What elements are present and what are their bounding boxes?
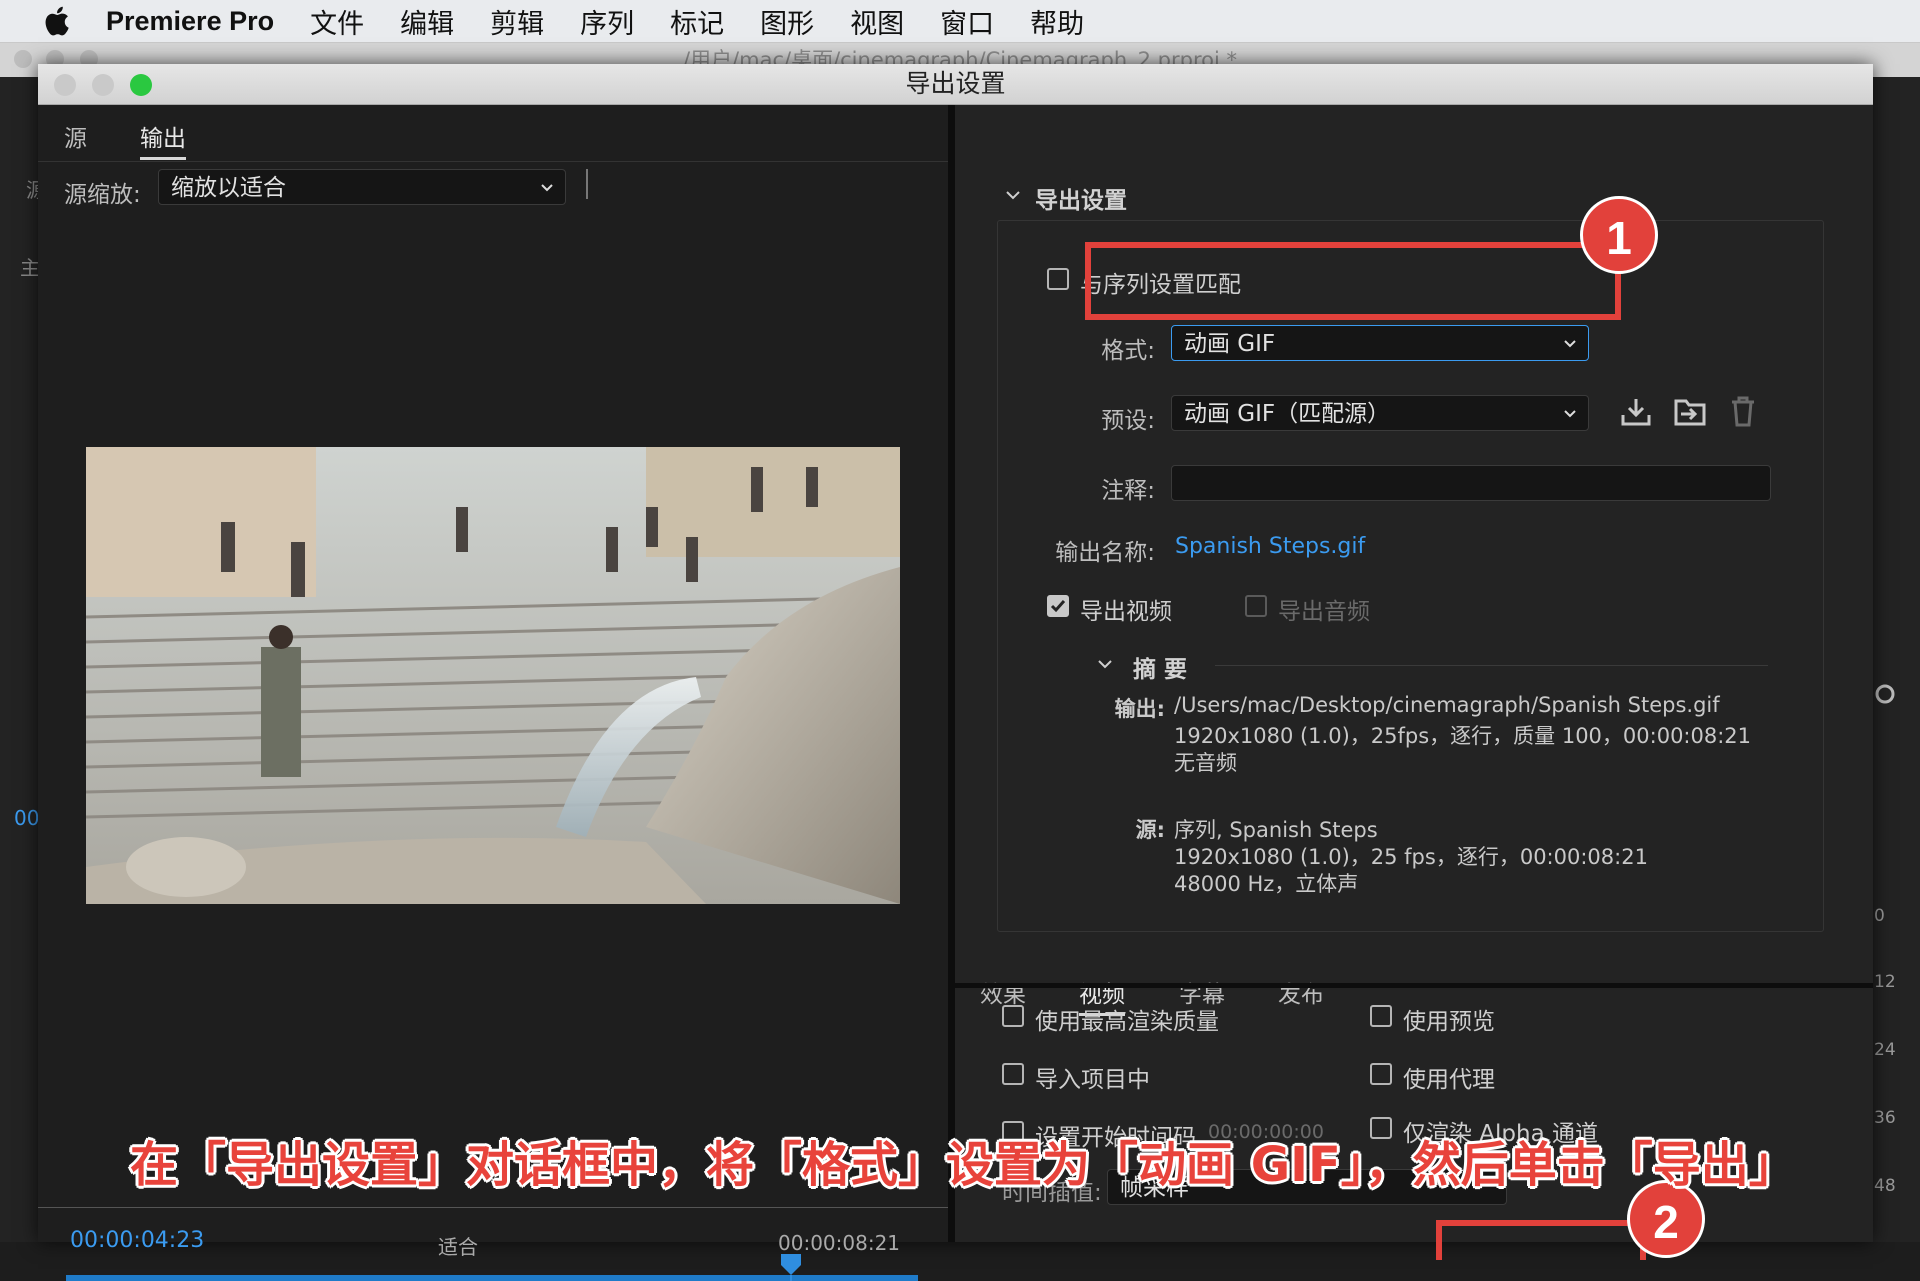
format-value: 动画 GIF	[1184, 331, 1276, 357]
chevron-down-icon	[1564, 410, 1576, 418]
pane-divider[interactable]	[948, 105, 955, 1242]
output-name-link[interactable]: Spanish Steps.gif	[1175, 534, 1365, 559]
menu-window[interactable]: 窗口	[940, 2, 994, 41]
minimize-button[interactable]	[92, 74, 114, 96]
timeline-divider	[38, 1207, 948, 1208]
current-timecode[interactable]: 00:00:04:23	[70, 1228, 204, 1253]
preview-video-frame	[86, 447, 900, 904]
comments-label: 注释:	[1101, 478, 1155, 504]
playhead-icon[interactable]	[780, 1253, 802, 1281]
summary-title: 摘 要	[1133, 657, 1188, 683]
summary-source-label: 源:	[1135, 818, 1165, 842]
use-proxy-checkbox[interactable]	[1370, 1063, 1392, 1085]
export-video-checkbox[interactable]	[1047, 595, 1069, 617]
tab-divider	[38, 161, 948, 162]
step-badge-1: 1	[1580, 196, 1658, 274]
comments-input[interactable]	[1171, 465, 1771, 501]
lower-tab-rule	[955, 983, 1873, 988]
preview-pane: 源 输出 源缩放: 缩放以适合 00:00:04:23 适合 00:00:08:…	[38, 105, 948, 1281]
use-preview-checkbox[interactable]	[1370, 1005, 1392, 1027]
bg-ruler-24: 24	[1874, 1040, 1896, 1060]
bg-ruler-36: 36	[1874, 1108, 1896, 1128]
format-dropdown[interactable]: 动画 GIF	[1171, 325, 1589, 361]
format-label: 格式:	[1101, 338, 1155, 364]
toolbar-separator	[586, 169, 588, 199]
menu-bar: Premiere Pro 文件 编辑 剪辑 序列 标记 图形 视图 窗口 帮助	[0, 0, 1920, 43]
use-preview-label: 使用预览	[1403, 1009, 1495, 1035]
source-scale-value: 缩放以适合	[171, 175, 286, 201]
chevron-down-icon[interactable]	[1097, 656, 1113, 672]
fit-dropdown[interactable]: 适合	[438, 1231, 478, 1260]
preset-label: 预设:	[1101, 408, 1155, 434]
background-right-panel	[1873, 77, 1920, 1242]
checkmark-icon	[1050, 600, 1066, 613]
menu-markers[interactable]: 标记	[670, 2, 724, 41]
summary-output-label: 输出:	[1114, 697, 1165, 721]
max-render-label: 使用最高渲染质量	[1035, 1009, 1219, 1035]
menu-file[interactable]: 文件	[310, 2, 364, 41]
close-button[interactable]	[54, 74, 76, 96]
format-highlight-box	[1085, 242, 1621, 320]
tab-source[interactable]: 源	[64, 119, 87, 153]
import-project-label: 导入项目中	[1035, 1067, 1150, 1093]
export-settings-section-title: 导出设置	[1035, 188, 1127, 214]
tab-publish[interactable]: 发布	[1278, 975, 1324, 1009]
source-scale-dropdown[interactable]: 缩放以适合	[158, 169, 566, 205]
bg-fragment-main: 主	[20, 256, 40, 280]
bg-ruler-48: 48	[1874, 1176, 1896, 1196]
match-sequence-checkbox[interactable]	[1047, 268, 1069, 290]
apple-icon[interactable]	[40, 3, 76, 39]
menu-clip[interactable]: 剪辑	[490, 2, 544, 41]
chevron-down-icon	[541, 184, 553, 192]
dialog-title: 导出设置	[38, 64, 1873, 105]
bg-close-dot	[14, 50, 32, 68]
bg-ruler-0: 0	[1874, 906, 1885, 926]
export-audio-label: 导出音频	[1278, 599, 1370, 625]
export-highlight-box	[1436, 1220, 1646, 1260]
tutorial-caption: 在「导出设置」对话框中，将「格式」设置为「动画 GIF」，然后单击「导出」	[130, 1137, 1797, 1193]
zoom-button[interactable]	[130, 74, 152, 96]
preset-value: 动画 GIF（匹配源）	[1184, 401, 1391, 427]
app-name[interactable]: Premiere Pro	[106, 6, 274, 37]
save-preset-icon[interactable]	[1620, 397, 1652, 427]
summary-source-line-2: 1920x1080 (1.0)，25 fps，逐行，00:00:08:21	[1174, 845, 1648, 869]
use-proxy-label: 使用代理	[1403, 1067, 1495, 1093]
bg-fragment-timecode: 00	[14, 806, 40, 830]
summary-rule	[1215, 665, 1768, 666]
import-project-checkbox[interactable]	[1002, 1063, 1024, 1085]
tab-effects[interactable]: 效果	[980, 975, 1026, 1009]
summary-source-line-3: 48000 Hz，立体声	[1174, 872, 1359, 896]
chevron-down-icon[interactable]	[1005, 187, 1021, 203]
menu-edit[interactable]: 编辑	[400, 2, 454, 41]
menu-graphics[interactable]: 图形	[760, 2, 814, 41]
max-render-checkbox[interactable]	[1002, 1005, 1024, 1027]
menu-sequence[interactable]: 序列	[580, 2, 634, 41]
preset-dropdown[interactable]: 动画 GIF（匹配源）	[1171, 395, 1589, 431]
menu-help[interactable]: 帮助	[1030, 2, 1084, 41]
summary-output-line-2: 1920x1080 (1.0)，25fps，逐行，质量 100，00:00:08…	[1174, 724, 1752, 748]
summary-output-line-3: 无音频	[1174, 751, 1237, 775]
tab-output[interactable]: 输出	[140, 119, 186, 160]
source-scale-label: 源缩放:	[64, 182, 141, 208]
menu-view[interactable]: 视图	[850, 2, 904, 41]
chevron-down-icon	[1564, 340, 1576, 348]
radio-circle-icon	[1875, 684, 1895, 704]
summary-source-line-1: 序列, Spanish Steps	[1174, 818, 1378, 842]
delete-preset-icon[interactable]	[1729, 395, 1757, 427]
export-video-label: 导出视频	[1080, 599, 1172, 625]
bg-ruler-12: 12	[1874, 972, 1896, 992]
end-timecode: 00:00:08:21	[778, 1231, 901, 1255]
import-preset-icon[interactable]	[1673, 397, 1707, 427]
output-name-label: 输出名称:	[1055, 540, 1155, 566]
export-audio-checkbox[interactable]	[1245, 595, 1267, 617]
summary-output-line-1: /Users/mac/Desktop/cinemagraph/Spanish S…	[1174, 693, 1720, 717]
